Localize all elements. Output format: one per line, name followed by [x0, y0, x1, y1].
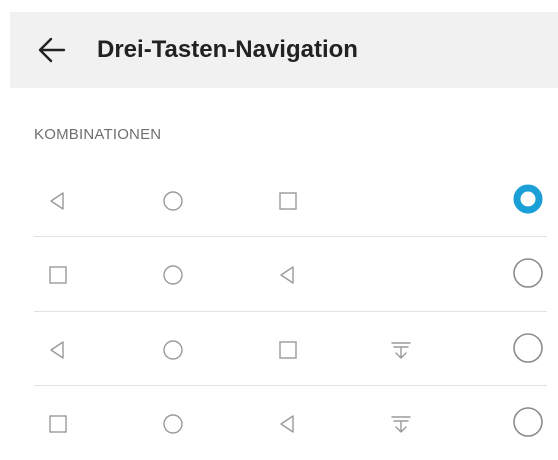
back-icon: [280, 266, 294, 284]
recents-icon: [49, 266, 67, 284]
recents-icon: [49, 415, 67, 433]
home-icon: [163, 340, 183, 360]
notification-pull-icon: [391, 416, 411, 433]
home-icon: [163, 414, 183, 434]
radio-selected[interactable]: [512, 183, 544, 215]
recents-icon: [279, 341, 297, 359]
back-icon: [280, 415, 294, 433]
combination-row-4[interactable]: [0, 386, 558, 460]
back-icon: [50, 192, 64, 210]
combination-row-3[interactable]: [0, 312, 558, 386]
notification-pull-icon: [391, 342, 411, 359]
home-icon: [163, 191, 183, 211]
radio-unselected[interactable]: [512, 332, 544, 364]
back-icon: [50, 341, 64, 359]
app-header: Drei-Tasten-Navigation: [10, 12, 558, 88]
radio-unselected[interactable]: [512, 257, 544, 289]
page-title: Drei-Tasten-Navigation: [97, 36, 358, 63]
radio-unselected[interactable]: [512, 406, 544, 438]
home-icon: [163, 265, 183, 285]
combination-row-2[interactable]: [0, 237, 558, 311]
recents-icon: [279, 192, 297, 210]
combination-row-1[interactable]: [0, 163, 558, 237]
section-label: KOMBINATIONEN: [34, 126, 162, 143]
arrow-left-icon[interactable]: [36, 34, 68, 66]
